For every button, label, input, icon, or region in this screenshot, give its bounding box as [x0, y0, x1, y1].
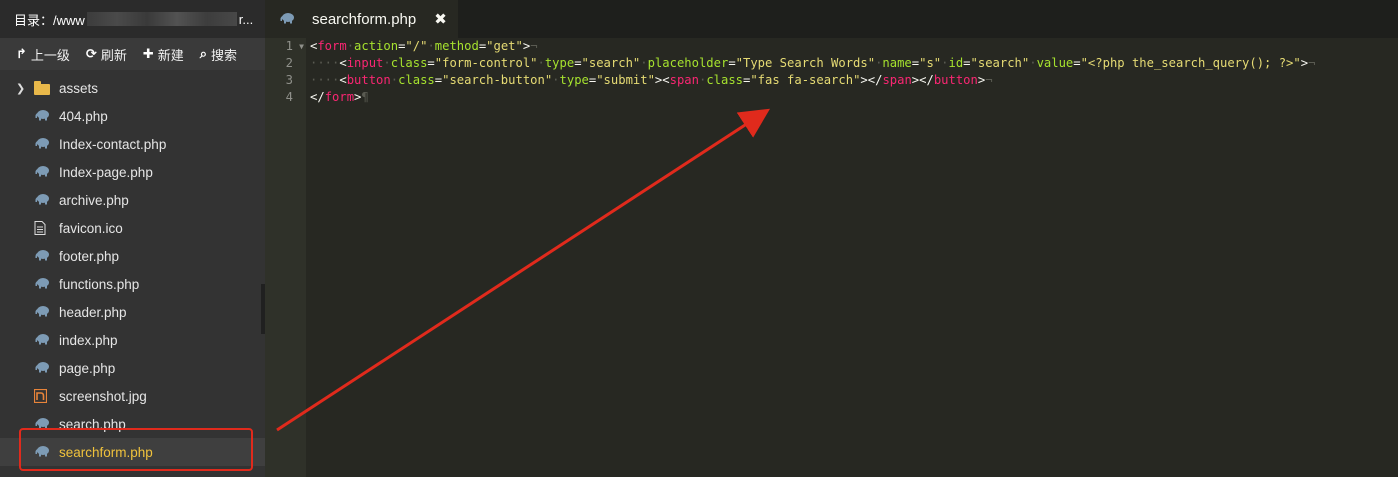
- tree-item-label: searchform.php: [59, 444, 153, 460]
- tree-file[interactable]: Index-page.php: [0, 158, 265, 186]
- tree-file[interactable]: search.php: [0, 410, 265, 438]
- tree-item-label: footer.php: [59, 248, 120, 264]
- code-line[interactable]: 2 ····<input·class="form-control"·type="s…: [265, 55, 1398, 72]
- code-text: </form>¶: [310, 90, 369, 104]
- php-elephant-icon: [279, 12, 295, 26]
- search-icon: ⌕: [199, 46, 208, 61]
- tree-item-label: archive.php: [59, 192, 129, 208]
- tree-file[interactable]: header.php: [0, 298, 265, 326]
- php-elephant-icon: [34, 305, 50, 319]
- code-text: ····<button·class="search-button"·type="…: [310, 73, 993, 87]
- php-elephant-icon: [34, 109, 50, 123]
- toolbar-label: 刷新: [100, 47, 127, 63]
- editor-tab-bar: searchform.php ✖: [265, 0, 1398, 38]
- php-elephant-icon: [34, 165, 50, 179]
- code-line[interactable]: 3 ····<button·class="search-button"·type=…: [265, 72, 1398, 89]
- toolbar-label: 搜索: [211, 47, 238, 63]
- code-editor: searchform.php ✖ 1 ▼ <form·action="/"·meth…: [265, 0, 1398, 477]
- fold-arrow-icon[interactable]: ▼: [299, 38, 304, 55]
- refresh-button[interactable]: ⟳ 刷新: [78, 38, 135, 70]
- line-number: 4: [285, 90, 293, 104]
- line-number: 2: [285, 56, 293, 70]
- php-elephant-icon: [34, 445, 50, 459]
- close-icon[interactable]: ✖: [434, 10, 447, 28]
- tree-item-label: screenshot.jpg: [59, 388, 147, 404]
- tab-searchform[interactable]: searchform.php ✖: [265, 0, 458, 38]
- line-number: 3: [285, 73, 293, 87]
- toolbar-label: 新建: [157, 47, 184, 63]
- directory-bar: 目录：/www r...: [0, 0, 265, 38]
- tab-label: searchform.php: [312, 10, 417, 28]
- up-level-button[interactable]: ↱ 上一级: [8, 38, 78, 70]
- directory-label: 目录：/www: [14, 12, 85, 28]
- tree-file[interactable]: searchform.php: [0, 438, 265, 466]
- directory-tail: r...: [238, 11, 254, 27]
- code-line[interactable]: 4 </form>¶: [265, 89, 1398, 106]
- redacted-path: [86, 12, 237, 26]
- new-button[interactable]: ✚ 新建: [135, 38, 192, 70]
- php-elephant-icon: [34, 277, 50, 291]
- php-elephant-icon: [34, 417, 50, 431]
- line-number: 1 ▼: [285, 38, 304, 55]
- file-icon: [34, 221, 50, 235]
- tree-folder[interactable]: ❯ assets: [0, 74, 265, 102]
- toolbar-label: 上一级: [30, 47, 70, 63]
- code-area[interactable]: 1 ▼ <form·action="/"·method="get">¬ 2 ····<i…: [265, 38, 1398, 106]
- code-line[interactable]: 1 ▼ <form·action="/"·method="get">¬: [265, 38, 1398, 55]
- tree-item-label: header.php: [59, 304, 127, 320]
- tree-file[interactable]: 404.php: [0, 102, 265, 130]
- php-elephant-icon: [34, 361, 50, 375]
- tree-file[interactable]: page.php: [0, 354, 265, 382]
- tree-item-label: 404.php: [59, 108, 108, 124]
- folder-icon: [34, 80, 50, 95]
- tree-file[interactable]: Index-contact.php: [0, 130, 265, 158]
- search-button[interactable]: ⌕ 搜索: [192, 38, 245, 70]
- tree-item-label: assets: [59, 80, 99, 96]
- php-elephant-icon: [34, 249, 50, 263]
- tree-item-label: Index-contact.php: [59, 136, 167, 152]
- php-elephant-icon: [34, 333, 50, 347]
- file-tree: ❯ assets 404.php Index-contact.php Index-pag…: [0, 70, 265, 466]
- tree-item-label: index.php: [59, 332, 118, 348]
- code-text: ····<input·class="form-control"·type="se…: [310, 56, 1316, 70]
- tree-file[interactable]: archive.php: [0, 186, 265, 214]
- php-elephant-icon: [34, 193, 50, 207]
- plus-icon: ✚: [142, 46, 154, 61]
- tree-file[interactable]: favicon.ico: [0, 214, 265, 242]
- chevron-right-icon[interactable]: ❯: [16, 82, 30, 95]
- code-text: <form·action="/"·method="get">¬: [310, 39, 538, 53]
- tree-file[interactable]: screenshot.jpg: [0, 382, 265, 410]
- tree-item-label: favicon.ico: [59, 220, 123, 236]
- php-elephant-icon: [34, 137, 50, 151]
- tree-file[interactable]: index.php: [0, 326, 265, 354]
- refresh-icon: ⟳: [85, 46, 97, 61]
- image-file-icon: [34, 389, 50, 403]
- tree-item-label: Index-page.php: [59, 164, 153, 180]
- share-arrow-icon: ↱: [16, 46, 27, 61]
- tree-file[interactable]: functions.php: [0, 270, 265, 298]
- tree-item-label: functions.php: [59, 276, 140, 292]
- tree-item-label: page.php: [59, 360, 116, 376]
- tree-item-label: search.php: [59, 416, 126, 432]
- tree-file[interactable]: footer.php: [0, 242, 265, 270]
- file-sidebar: 目录：/www r... ↱ 上一级 ⟳ 刷新 ✚ 新建 ⌕ 搜索 ❯ assets 404.php…: [0, 0, 265, 477]
- sidebar-toolbar: ↱ 上一级 ⟳ 刷新 ✚ 新建 ⌕ 搜索: [0, 38, 265, 70]
